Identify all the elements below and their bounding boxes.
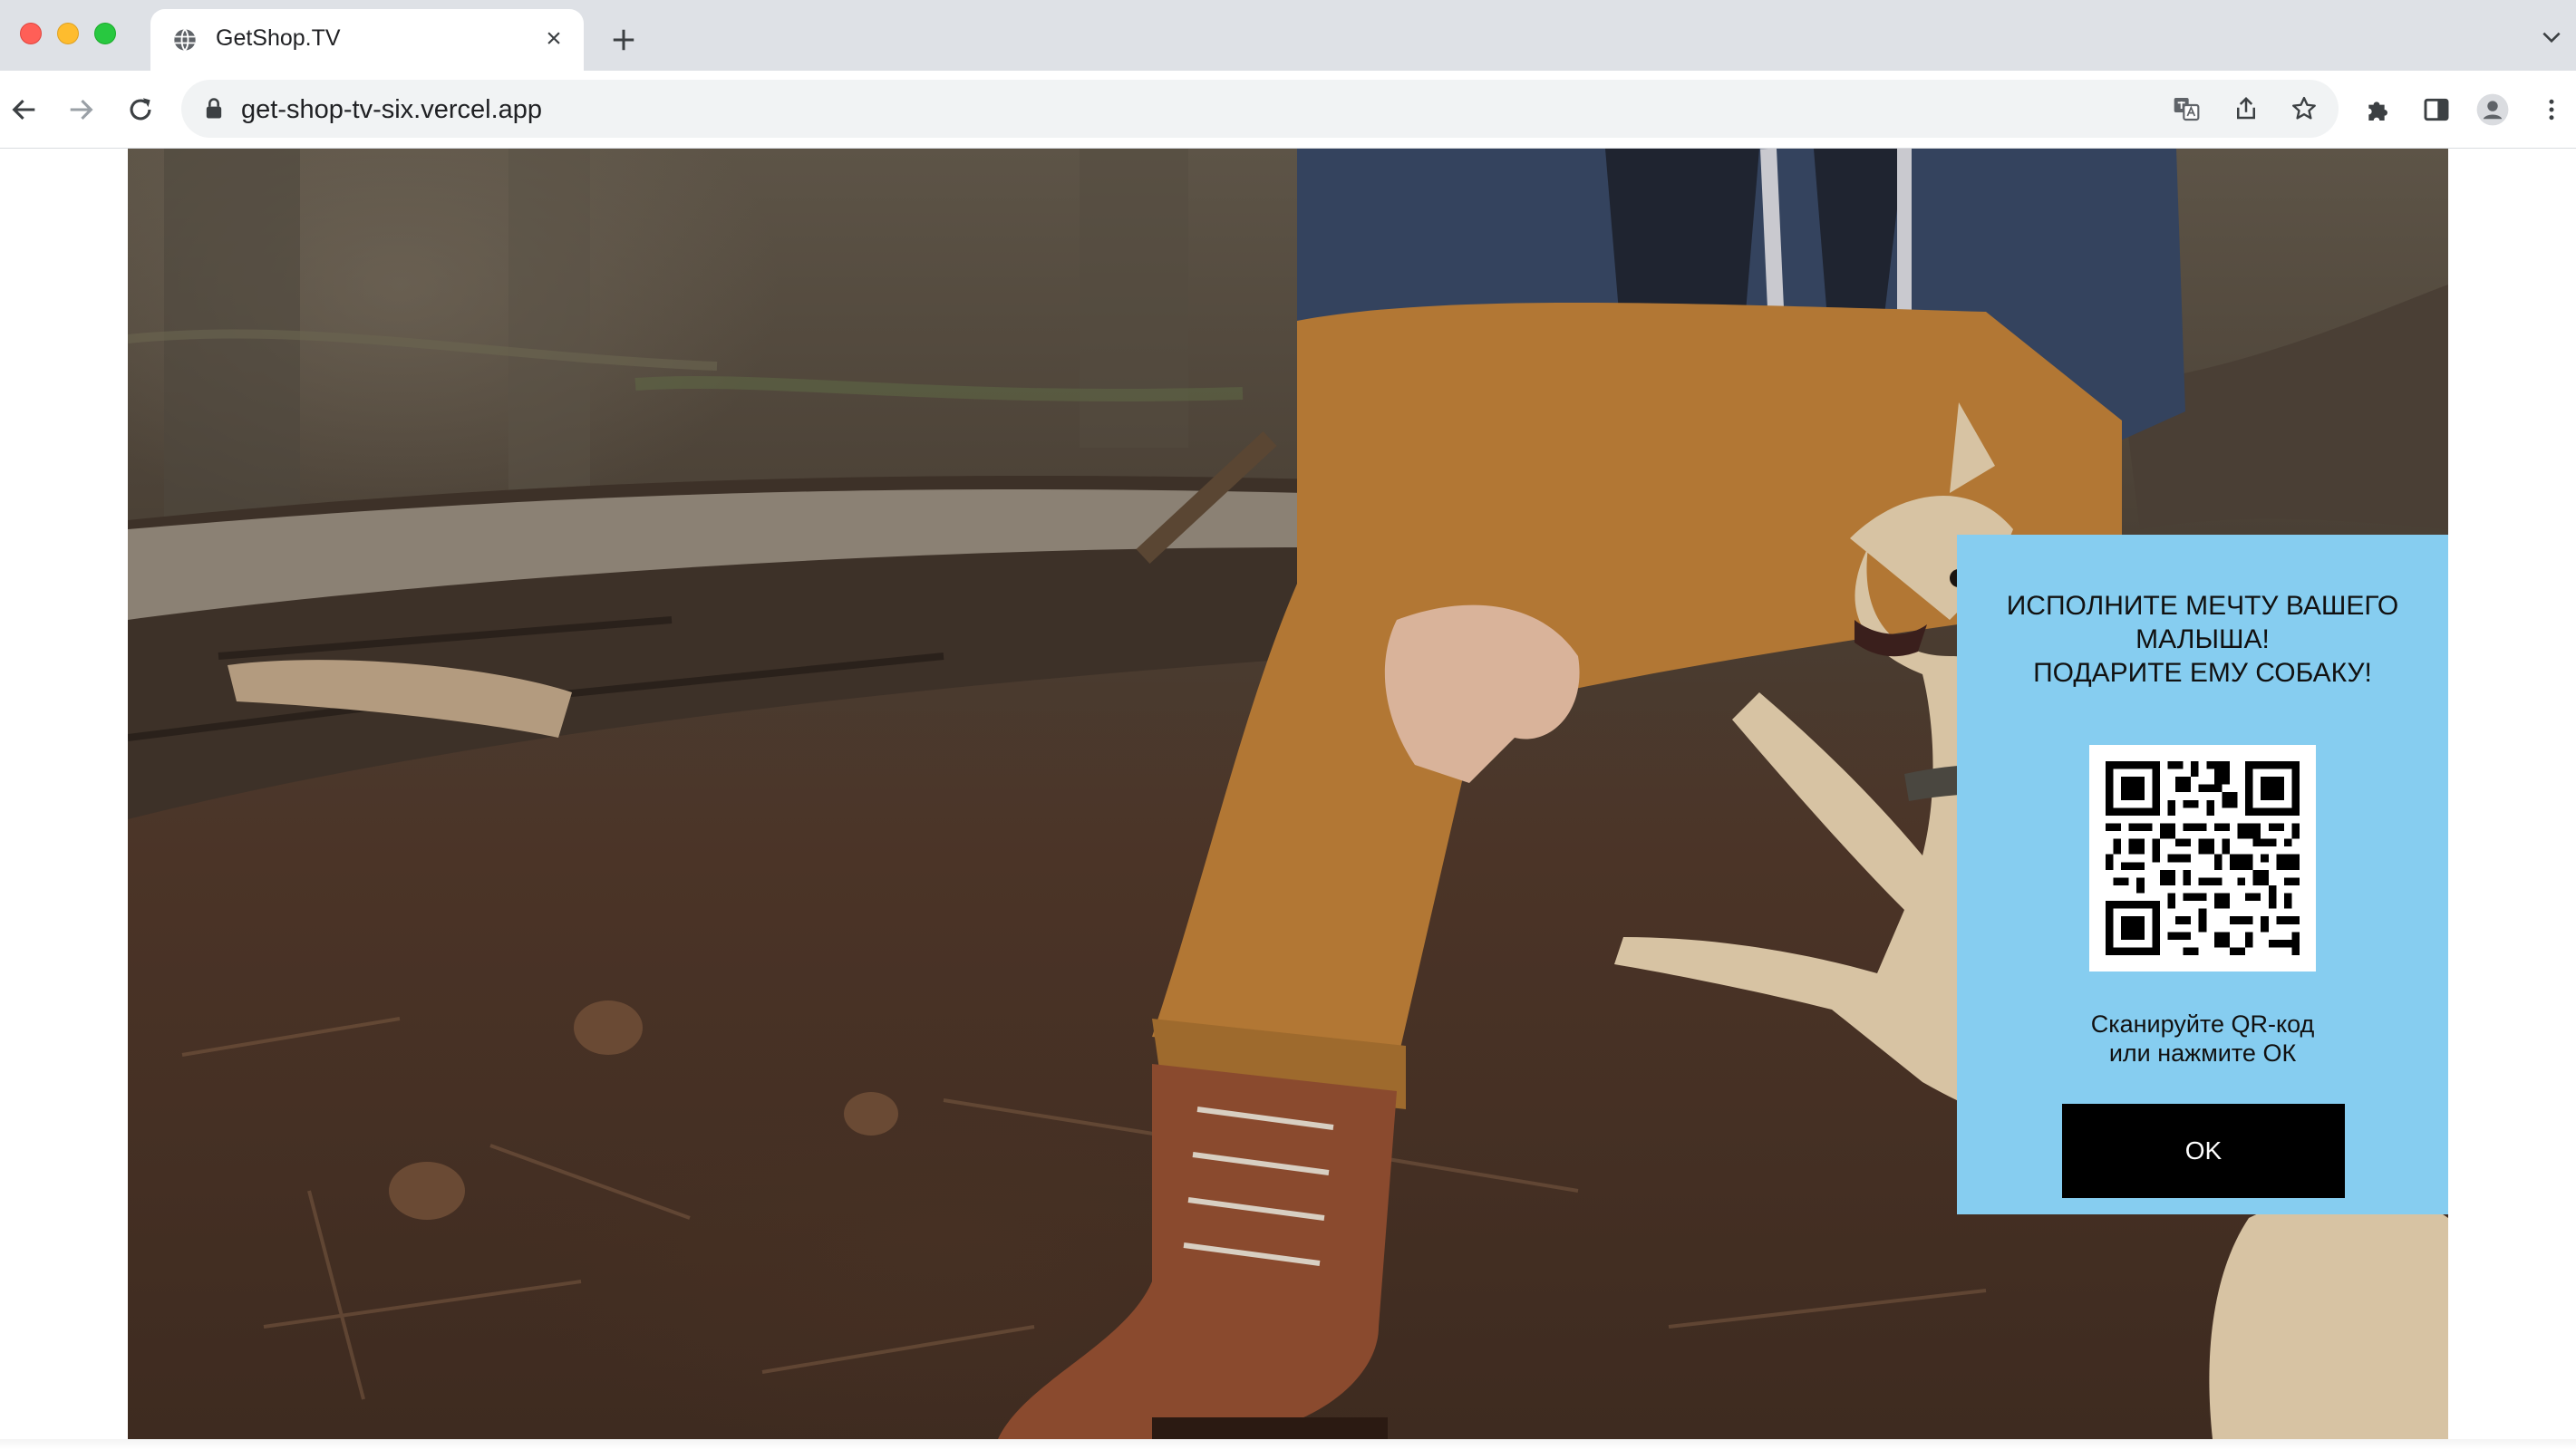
profile-button[interactable] <box>2475 92 2510 127</box>
promo-hint-line: или нажмите ОК <box>2108 1039 2297 1067</box>
qr-code[interactable] <box>2089 745 2316 972</box>
reload-icon <box>130 98 151 121</box>
page-viewport: ИСПОЛНИТЕ МЕЧТУ ВАШЕГО МАЛЫША! ПОДАРИТЕ … <box>0 149 2576 1450</box>
share-button[interactable] <box>2230 92 2262 125</box>
chevron-down-icon <box>2542 32 2561 44</box>
browser-toolbar: get-shop-tv-six.vercel.app <box>0 71 2576 149</box>
globe-icon <box>174 28 196 52</box>
bookmark-star-icon <box>2292 96 2316 120</box>
browser-tab-strip: GetShop.TV × <box>0 0 2576 71</box>
forward-button[interactable] <box>60 89 102 130</box>
tab-title: GetShop.TV <box>216 25 341 51</box>
promo-panel: ИСПОЛНИТЕ МЕЧТУ ВАШЕГО МАЛЫША! ПОДАРИТЕ … <box>1957 535 2448 1214</box>
promo-title-line: ПОДАРИТЕ ЕМУ СОБАКУ! <box>2033 658 2372 688</box>
qr-code-icon <box>2106 761 2300 955</box>
bookmark-button[interactable] <box>2288 92 2320 125</box>
extensions-puzzle-icon <box>2368 102 2387 121</box>
promo-title: ИСПОЛНИТЕ МЕЧТУ ВАШЕГО МАЛЫША! ПОДАРИТЕ … <box>1957 589 2448 690</box>
share-icon <box>2237 96 2255 120</box>
new-tab-button[interactable] <box>605 22 642 58</box>
video-player[interactable]: ИСПОЛНИТЕ МЕЧТУ ВАШЕГО МАЛЫША! ПОДАРИТЕ … <box>128 149 2448 1439</box>
promo-title-line: МАЛЫША! <box>2135 624 2270 654</box>
side-panel-button[interactable] <box>2419 92 2454 127</box>
plus-icon <box>613 29 634 51</box>
kebab-menu-icon <box>2549 99 2554 121</box>
page-bottom-edge <box>0 1439 2576 1450</box>
side-panel-icon <box>2424 98 2449 121</box>
address-bar[interactable]: get-shop-tv-six.vercel.app <box>181 80 2339 138</box>
translate-button[interactable] <box>2170 92 2203 125</box>
minimize-window-button[interactable] <box>57 23 79 44</box>
lock-icon[interactable] <box>201 96 227 121</box>
back-button[interactable] <box>4 89 45 130</box>
fullscreen-window-button[interactable] <box>94 23 116 44</box>
promo-hint: Сканируйте QR-код или нажмите ОК <box>1957 1010 2448 1068</box>
ok-button[interactable]: OK <box>2062 1104 2345 1198</box>
promo-hint-line: Сканируйте QR-код <box>2090 1010 2315 1038</box>
url-text[interactable]: get-shop-tv-six.vercel.app <box>241 95 542 125</box>
tab-close-button[interactable]: × <box>540 25 567 53</box>
translate-icon <box>2174 98 2200 121</box>
close-window-button[interactable] <box>20 23 42 44</box>
promo-title-line: ИСПОЛНИТЕ МЕЧТУ ВАШЕГО <box>2006 591 2399 621</box>
browser-menu-button[interactable] <box>2534 92 2569 127</box>
profile-avatar-icon <box>2476 93 2509 126</box>
browser-tab-active[interactable]: GetShop.TV × <box>150 9 584 71</box>
reload-button[interactable] <box>120 89 161 130</box>
extensions-button[interactable] <box>2361 92 2396 127</box>
forward-arrow-icon <box>70 99 93 121</box>
tab-search-dropdown[interactable] <box>2538 24 2565 51</box>
back-arrow-icon <box>12 99 35 121</box>
